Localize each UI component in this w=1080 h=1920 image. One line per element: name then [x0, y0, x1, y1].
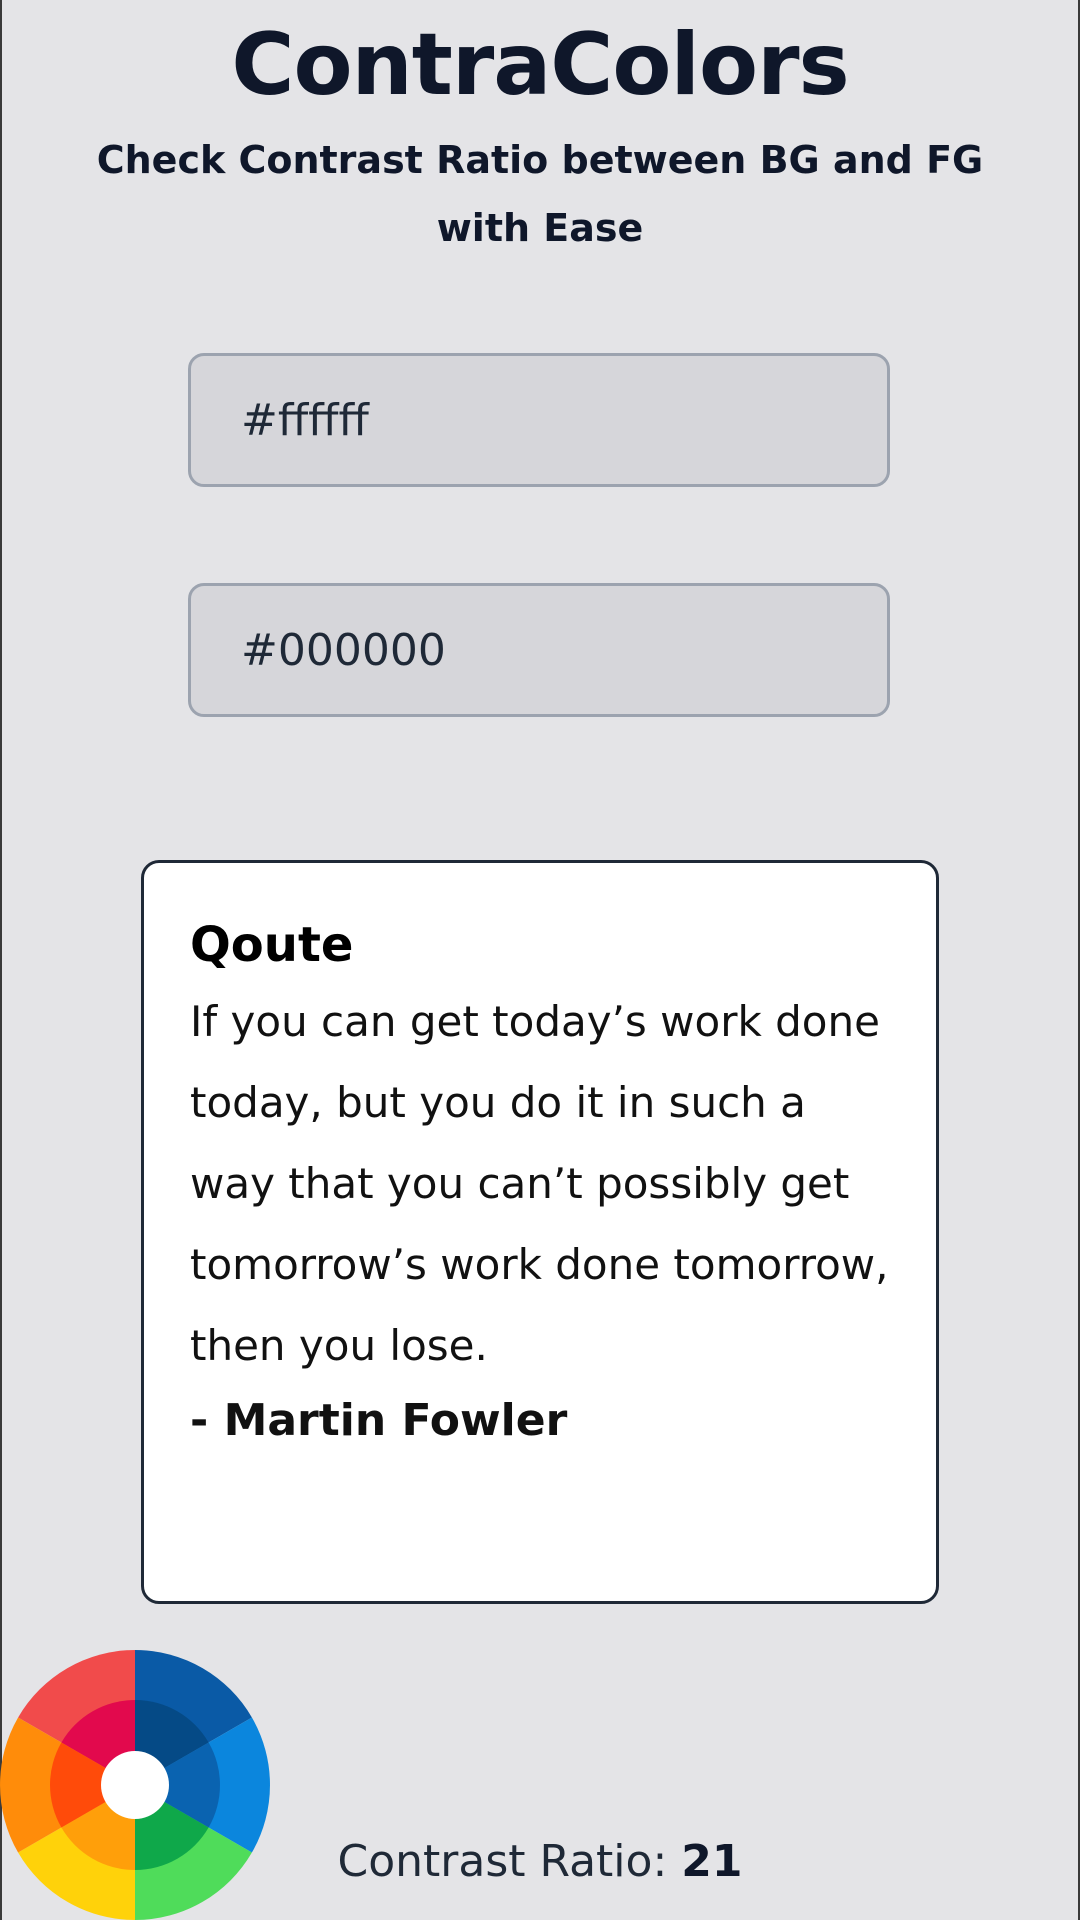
quote-preview-card: Qoute If you can get today’s work done t…	[141, 860, 939, 1604]
contrast-ratio-value: 21	[681, 1836, 743, 1887]
contrast-ratio-label: Contrast Ratio:	[337, 1836, 682, 1887]
quote-text: If you can get today’s work done today, …	[190, 996, 889, 1370]
left-frame-edge	[0, 0, 2, 1920]
contrast-ratio-readout: Contrast Ratio: 21	[0, 1836, 1080, 1887]
foreground-color-input[interactable]	[188, 583, 890, 717]
app-subtitle: Check Contrast Ratio between BG and FG w…	[96, 138, 984, 250]
color-wheel-center	[101, 1751, 169, 1819]
app-title: ContraColors	[231, 15, 849, 115]
background-color-input[interactable]	[188, 353, 890, 487]
quote-author: - Martin Fowler	[190, 1394, 568, 1446]
quote-heading: Qoute	[190, 917, 354, 973]
